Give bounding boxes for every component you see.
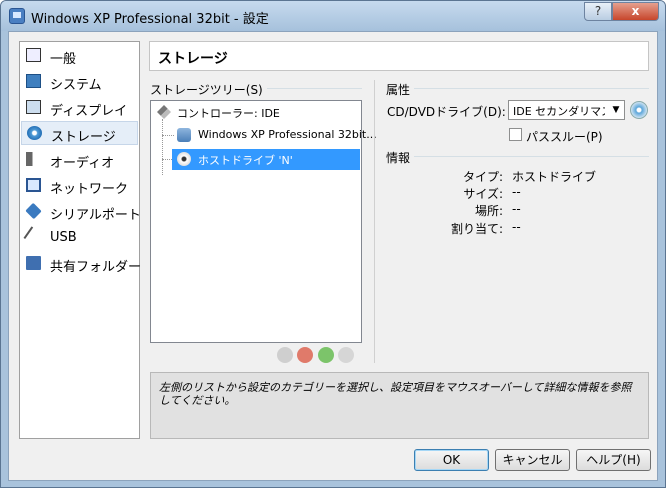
network-icon xyxy=(26,178,41,192)
cd-icon xyxy=(177,152,191,166)
sidebar-item-general[interactable]: 一般 xyxy=(21,44,138,68)
info-value: -- xyxy=(512,220,521,234)
title-bar[interactable]: Windows XP Professional 32bit - 設定 ? x xyxy=(1,1,665,31)
folder-icon xyxy=(26,256,41,270)
add-controller-icon[interactable] xyxy=(277,347,293,363)
tree-item-label: Windows XP Professional 32bit... xyxy=(198,128,377,141)
info-key: 場所: xyxy=(474,204,503,218)
storage-tree[interactable]: コントローラー: IDE Windows XP Professional 32b… xyxy=(150,100,377,343)
info-label: 情報 xyxy=(386,149,415,166)
disk-icon xyxy=(27,126,42,140)
dialog-body: 一般 システム ディスプレイ ストレージ オーディオ ネットワーク シリアルポー… xyxy=(8,31,658,481)
cd-dvd-drive-select[interactable]: IDE セカンダリマスター ▼ xyxy=(508,100,625,120)
virtualbox-icon xyxy=(9,8,25,24)
sidebar-item-label: ディスプレイ xyxy=(50,104,128,119)
window-title: Windows XP Professional 32bit - 設定 xyxy=(31,12,269,27)
speaker-icon xyxy=(26,152,41,166)
usb-icon xyxy=(23,226,46,248)
sidebar-item-label: ネットワーク xyxy=(50,182,129,197)
tree-item-host-drive[interactable]: ホストドライブ 'N' xyxy=(172,149,360,170)
close-button[interactable]: x xyxy=(612,2,659,21)
tree-item-label: コントローラー: IDE xyxy=(177,107,280,120)
controller-icon xyxy=(157,105,171,119)
passthrough-checkbox[interactable] xyxy=(509,128,522,141)
cd-image-button[interactable] xyxy=(630,101,648,119)
storage-tree-label: ストレージツリー(S) xyxy=(150,81,267,98)
help-button[interactable]: ヘルプ(H) xyxy=(576,449,651,471)
info-key: サイズ: xyxy=(463,187,503,201)
page-title-box: ストレージ xyxy=(149,41,649,71)
info-value: -- xyxy=(512,185,521,199)
sidebar-item-usb[interactable]: USB xyxy=(21,226,138,250)
sidebar-item-audio[interactable]: オーディオ xyxy=(21,148,138,172)
page-title: ストレージ xyxy=(158,51,228,67)
ok-button[interactable]: OK xyxy=(414,449,489,471)
tree-controller-ide[interactable]: コントローラー: IDE xyxy=(153,102,353,123)
remove-attachment-icon[interactable] xyxy=(338,347,354,363)
tree-connector xyxy=(162,119,163,175)
serial-port-icon xyxy=(25,202,42,220)
settings-window: Windows XP Professional 32bit - 設定 ? x 一… xyxy=(0,0,666,488)
info-value: -- xyxy=(512,202,521,216)
hint-panel: 左側のリストから設定のカテゴリーを選択し、設定項目をマウスオーバーして詳細な情報… xyxy=(150,372,649,439)
sidebar-item-label: ストレージ xyxy=(51,130,116,145)
sidebar-item-system[interactable]: システム xyxy=(21,70,138,94)
tree-item-hard-disk[interactable]: Windows XP Professional 32bit... xyxy=(172,125,377,146)
chip-icon xyxy=(26,74,41,88)
help-button-titlebar[interactable]: ? xyxy=(584,2,612,21)
sidebar-item-label: システム xyxy=(50,78,102,93)
sidebar-item-label: シリアルポート xyxy=(50,208,141,223)
sidebar-item-display[interactable]: ディスプレイ xyxy=(21,96,138,120)
cd-dvd-drive-label: CD/DVDドライブ(D): xyxy=(387,105,506,119)
sidebar-item-label: オーディオ xyxy=(50,156,115,171)
attributes-label: 属性 xyxy=(386,81,415,98)
monitor-icon xyxy=(26,48,41,62)
sidebar-item-storage[interactable]: ストレージ xyxy=(21,121,138,145)
passthrough-label[interactable]: パススルー(P) xyxy=(526,128,603,145)
category-list: 一般 システム ディスプレイ ストレージ オーディオ ネットワーク シリアルポー… xyxy=(19,41,142,439)
cd-dvd-drive-value: IDE セカンダリマスター xyxy=(513,105,605,118)
remove-controller-icon[interactable] xyxy=(297,347,313,363)
group-divider xyxy=(386,156,649,157)
chevron-down-icon: ▼ xyxy=(612,105,620,115)
info-key: タイプ: xyxy=(462,170,503,184)
tree-item-label: ホストドライブ 'N' xyxy=(198,154,293,167)
info-key: 割り当て: xyxy=(450,222,503,236)
add-attachment-icon[interactable] xyxy=(318,347,334,363)
vertical-separator xyxy=(374,80,375,363)
sidebar-item-label: 共有フォルダー xyxy=(50,260,142,275)
sidebar-item-label: 一般 xyxy=(50,52,77,67)
group-divider xyxy=(386,88,649,89)
hint-text: 左側のリストから設定のカテゴリーを選択し、設定項目をマウスオーバーして詳細な情報… xyxy=(159,381,632,407)
hard-disk-icon xyxy=(177,128,191,142)
sidebar-item-shared-folders[interactable]: 共有フォルダー xyxy=(21,252,142,276)
info-value: ホストドライブ xyxy=(512,170,597,184)
sidebar-item-label: USB xyxy=(50,230,77,245)
sidebar-item-serial-ports[interactable]: シリアルポート xyxy=(21,200,141,224)
display-icon xyxy=(26,100,41,114)
sidebar-item-network[interactable]: ネットワーク xyxy=(21,174,138,198)
cancel-button[interactable]: キャンセル xyxy=(495,449,570,471)
